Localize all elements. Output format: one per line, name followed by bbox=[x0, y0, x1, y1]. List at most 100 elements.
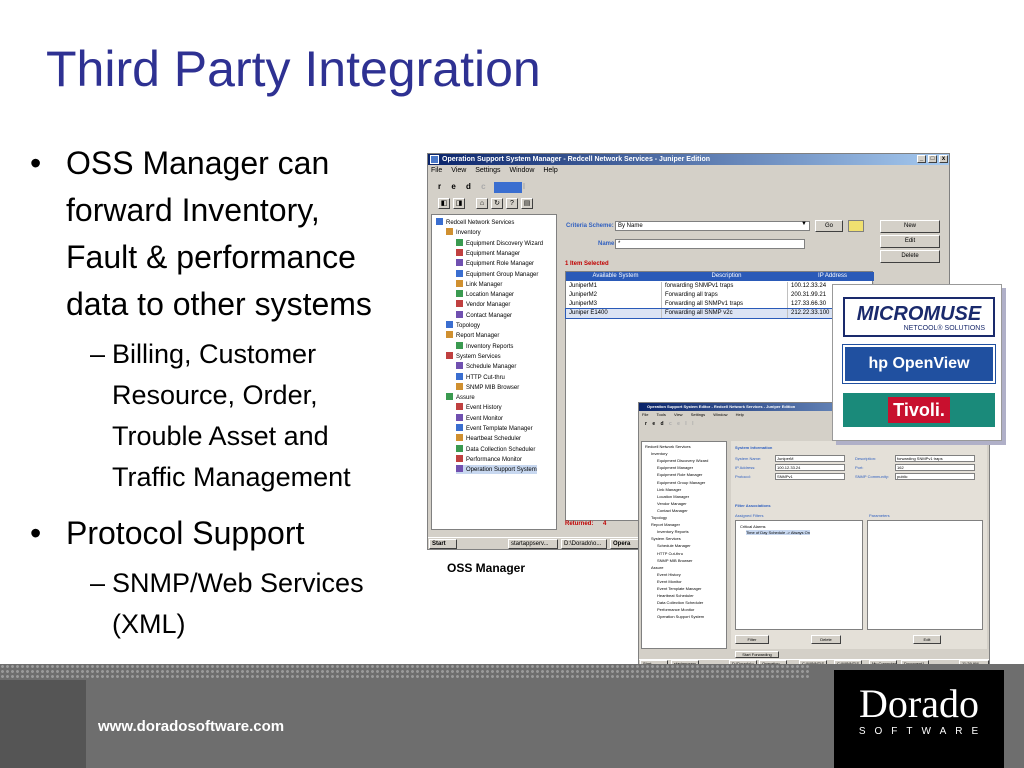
tree-item[interactable]: Event History bbox=[456, 403, 502, 412]
filter-item[interactable]: Time of Day Schedule -> Always On bbox=[746, 530, 810, 535]
filter-delete-button[interactable]: Delete bbox=[811, 635, 841, 644]
editor-tree-item[interactable]: SNMP MIB Browser bbox=[657, 558, 693, 564]
editor-tree-item[interactable]: Event History bbox=[657, 572, 681, 578]
tree-item[interactable]: Report Manager bbox=[446, 331, 499, 340]
editor-tree-item[interactable]: Inventory Reports bbox=[657, 529, 689, 535]
taskbar-item[interactable]: startappserv... bbox=[508, 539, 558, 549]
field-input[interactable]: SNMPv1 bbox=[775, 473, 845, 480]
editor-tree-item[interactable]: Contact Manager bbox=[657, 508, 688, 514]
tree-item[interactable]: Event Template Manager bbox=[456, 424, 533, 433]
menu-file[interactable]: File bbox=[431, 167, 442, 174]
tree-item[interactable]: Inventory bbox=[446, 228, 481, 237]
print-icon[interactable]: ▤ bbox=[521, 198, 533, 209]
tree-item[interactable]: Assure bbox=[446, 393, 475, 402]
tree-item[interactable]: Inventory Reports bbox=[456, 341, 513, 351]
new-button[interactable]: New bbox=[880, 220, 940, 233]
tree-item[interactable]: System Services bbox=[446, 351, 501, 361]
tree-item[interactable]: Event Monitor bbox=[456, 413, 503, 423]
maximize-icon[interactable]: □ bbox=[928, 155, 937, 163]
editor-tree-item[interactable]: Location Manager bbox=[657, 494, 689, 500]
editor-tree-item[interactable]: Vendor Manager bbox=[657, 501, 687, 507]
tree-item[interactable]: Contact Manager bbox=[456, 310, 512, 320]
editor-tree-item[interactable]: Assure bbox=[651, 565, 663, 571]
menu-window[interactable]: Window bbox=[509, 167, 534, 174]
column-header[interactable]: IP Address bbox=[788, 272, 874, 281]
tree-item[interactable]: Operation Support System bbox=[456, 465, 537, 475]
tree-item[interactable]: Vendor Manager bbox=[456, 300, 510, 309]
editor-tree-item[interactable]: Data Collection Scheduler bbox=[657, 600, 703, 606]
menu-view[interactable]: View bbox=[674, 412, 683, 417]
forward-icon[interactable]: ◨ bbox=[453, 198, 465, 209]
start-forwarding-button[interactable]: Start Forwarding bbox=[735, 651, 779, 658]
menu-file[interactable]: File bbox=[642, 412, 648, 417]
editor-tree-item[interactable]: Event Template Manager bbox=[657, 586, 701, 592]
editor-tree-item[interactable]: Heartbeat Scheduler bbox=[657, 593, 694, 599]
edit-button[interactable]: Edit bbox=[880, 235, 940, 248]
tree-item[interactable]: Topology bbox=[446, 321, 480, 330]
name-input[interactable]: * bbox=[615, 239, 805, 249]
editor-tree-item[interactable]: Operation Support System bbox=[657, 614, 704, 620]
tree-item[interactable]: Location Manager bbox=[456, 290, 514, 299]
editor-tree-item[interactable]: Equipment Discovery Wizard bbox=[657, 458, 708, 464]
editor-tree-item[interactable]: System Services bbox=[651, 536, 681, 542]
tree-item[interactable]: Equipment Discovery Wizard bbox=[456, 238, 543, 248]
column-header[interactable]: Description bbox=[662, 272, 788, 281]
field-input[interactable]: 100.12.33.24 bbox=[775, 464, 845, 471]
editor-tree-item[interactable]: Schedule Manager bbox=[657, 543, 691, 549]
tree-item[interactable]: Redcell Network Services bbox=[436, 218, 514, 227]
delete-button[interactable]: Delete bbox=[880, 250, 940, 263]
taskbar-item[interactable]: Opera bbox=[610, 539, 640, 549]
editor-tree-item[interactable]: Performance Monitor bbox=[657, 607, 694, 613]
back-icon[interactable]: ◧ bbox=[438, 198, 450, 209]
criteria-select[interactable]: By Name bbox=[615, 221, 810, 231]
field-input[interactable]: public bbox=[895, 473, 975, 480]
menu-tools[interactable]: Tools bbox=[657, 412, 666, 417]
editor-tree-item[interactable]: Equipment Role Manager bbox=[657, 472, 702, 478]
filter-button[interactable]: Filter bbox=[735, 635, 769, 644]
menu-settings[interactable]: Settings bbox=[691, 412, 705, 417]
column-header[interactable]: Available System bbox=[566, 272, 662, 281]
go-button[interactable]: Go bbox=[815, 220, 843, 232]
param-edit-button[interactable]: Edit bbox=[913, 635, 941, 644]
tree-item[interactable]: SNMP MIB Browser bbox=[456, 382, 519, 392]
editor-tree-item[interactable]: Report Manager bbox=[651, 522, 680, 528]
table-row[interactable]: JuniperM3 Forwarding all SNMPv1 traps 127.… bbox=[566, 300, 874, 309]
taskbar-item[interactable]: D:\Dorado\o... bbox=[561, 539, 607, 549]
menu-help[interactable]: Help bbox=[543, 167, 557, 174]
field-input[interactable]: JuniperM bbox=[775, 455, 845, 462]
editor-tree-item[interactable]: HTTP Cut-thru bbox=[657, 551, 683, 557]
editor-tree-item[interactable]: Topology bbox=[651, 515, 667, 521]
tree-item[interactable]: Performance Monitor bbox=[456, 454, 522, 464]
filter-item[interactable]: Critical Alarms bbox=[740, 524, 766, 529]
editor-tree-item[interactable]: Equipment Group Manager bbox=[657, 480, 705, 486]
tree-item[interactable]: Equipment Group Manager bbox=[456, 269, 538, 279]
table-row[interactable]: Juniper E1400 Forwarding all SNMP v2c 212.… bbox=[565, 308, 875, 319]
field-input[interactable]: 162 bbox=[895, 464, 975, 471]
tree-item[interactable]: Schedule Manager bbox=[456, 362, 516, 371]
refresh-icon[interactable]: ↻ bbox=[491, 198, 503, 209]
menu-window[interactable]: Window bbox=[713, 412, 727, 417]
chevron-down-icon[interactable]: ▼ bbox=[801, 221, 807, 227]
search-icon[interactable] bbox=[848, 220, 864, 232]
editor-tree-item[interactable]: Equipment Manager bbox=[657, 465, 693, 471]
editor-tree-item[interactable]: Link Manager bbox=[657, 487, 681, 493]
close-icon[interactable]: x bbox=[939, 155, 948, 163]
menu-settings[interactable]: Settings bbox=[475, 167, 500, 174]
help-icon[interactable]: ? bbox=[506, 198, 518, 209]
table-row[interactable]: JuniperM2 Forwarding all traps 200.31.99.2… bbox=[566, 291, 874, 300]
table-row[interactable]: JuniperM1 forwarding SNMPv1 traps 100.12.3… bbox=[566, 282, 874, 291]
footer-url[interactable]: www.doradosoftware.com bbox=[98, 718, 284, 735]
tree-item[interactable]: Link Manager bbox=[456, 279, 502, 289]
tree-item[interactable]: Heartbeat Scheduler bbox=[456, 434, 521, 443]
tree-item[interactable]: Equipment Manager bbox=[456, 248, 520, 258]
start-button[interactable]: Start bbox=[429, 539, 457, 549]
tree-item[interactable]: Data Collection Scheduler bbox=[456, 444, 535, 454]
home-icon[interactable]: ⌂ bbox=[476, 198, 488, 209]
editor-tree-item[interactable]: Event Monitor bbox=[657, 579, 682, 585]
menu-view[interactable]: View bbox=[451, 167, 466, 174]
menu-help[interactable]: Help bbox=[736, 412, 744, 417]
tree-item[interactable]: HTTP Cut-thru bbox=[456, 372, 505, 382]
editor-tree-item[interactable]: Inventory bbox=[651, 451, 667, 457]
tree-item[interactable]: Equipment Role Manager bbox=[456, 259, 534, 268]
field-input[interactable]: forwarding SNMPv1 traps bbox=[895, 455, 975, 462]
